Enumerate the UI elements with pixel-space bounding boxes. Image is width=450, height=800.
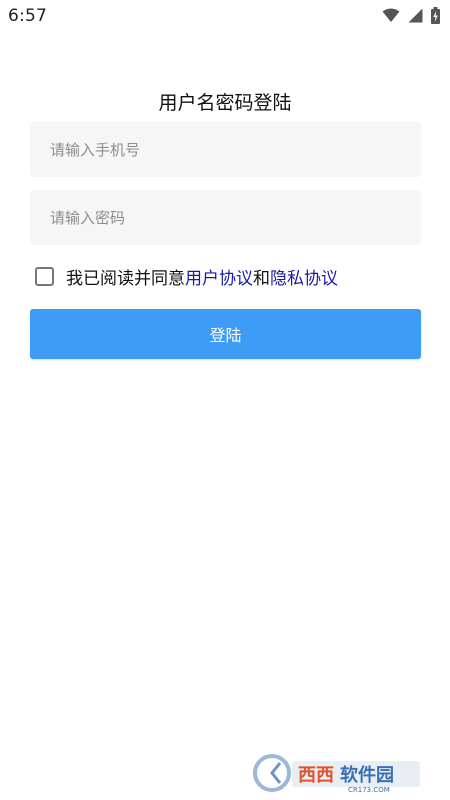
agreement-row: 我已阅读并同意 用户协议和隐私协议 — [35, 264, 338, 289]
phone-input[interactable] — [50, 122, 401, 177]
agreement-prefix: 我已阅读并同意 — [66, 269, 185, 289]
password-input-container — [30, 190, 421, 245]
svg-text:CR173.COM: CR173.COM — [348, 786, 390, 793]
status-icons — [382, 7, 440, 24]
battery-icon — [431, 7, 440, 24]
wifi-icon — [382, 8, 400, 23]
password-input[interactable] — [50, 190, 401, 245]
status-time: 6:57 — [8, 6, 47, 26]
page-title: 用户名密码登陆 — [158, 92, 292, 114]
watermark-logo: 西西 软件园 CR173.COM — [250, 753, 430, 794]
login-button[interactable]: 登陆 — [30, 309, 421, 359]
phone-input-container — [30, 122, 421, 177]
user-agreement-link[interactable]: 用户协议 — [185, 264, 253, 289]
agreement-conjunction: 和 — [253, 269, 270, 289]
status-bar: 6:57 — [0, 0, 450, 32]
signal-icon — [408, 8, 423, 23]
svg-text:软件园: 软件园 — [340, 764, 394, 786]
svg-text:西西: 西西 — [298, 765, 334, 786]
privacy-agreement-link[interactable]: 隐私协议 — [270, 264, 338, 289]
agreement-checkbox[interactable] — [35, 267, 54, 286]
